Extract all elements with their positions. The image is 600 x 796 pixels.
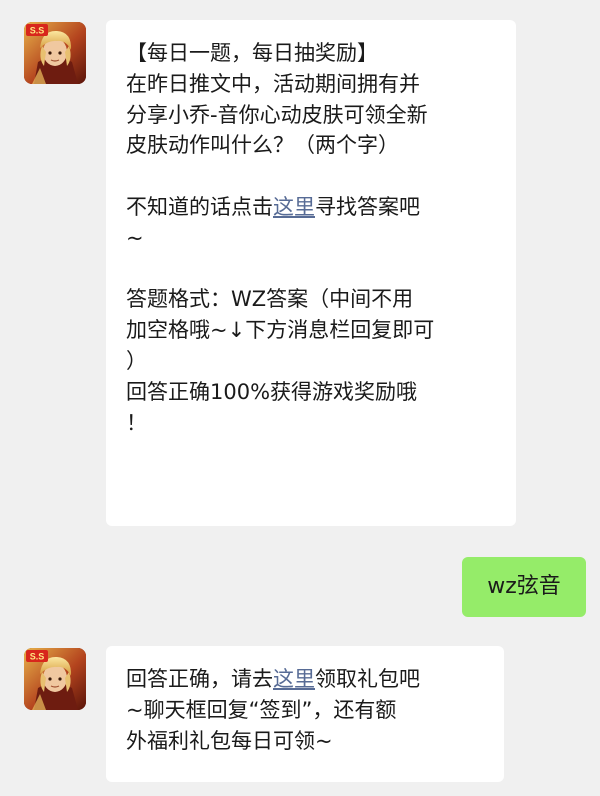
svg-text:S.S: S.S: [30, 26, 45, 36]
message-line: ~: [126, 225, 144, 250]
message-text: 回答正确，请去: [126, 667, 273, 691]
message-line: 分享小乔-音你心动皮肤可领全新: [126, 102, 428, 127]
sender-avatar[interactable]: S.S: [24, 22, 86, 84]
hero-avatar-icon: S.S: [24, 22, 86, 84]
message-bubble-incoming[interactable]: 回答正确，请去这里领取礼包吧 ~聊天框回复“签到”，还有额 外福利礼包每日可领~: [106, 646, 504, 782]
message-line: ）: [126, 348, 147, 373]
message-line: 答题格式：WZ答案（中间不用: [126, 287, 414, 312]
message-bubble-incoming[interactable]: 【每日一题，每日抽奖励】 在昨日推文中，活动期间拥有并 分享小乔-音你心动皮肤可…: [106, 20, 516, 526]
svg-text:S.S: S.S: [30, 652, 45, 662]
answer-hint-link[interactable]: 这里: [273, 195, 315, 219]
message-text: 不知道的话点击: [126, 194, 273, 219]
message-line: 在昨日推文中，活动期间拥有并: [126, 71, 420, 96]
message-text: wz弦音: [487, 574, 561, 599]
message-line: 不知道的话点击这里寻找答案吧: [126, 192, 516, 223]
message-line: 皮肤动作叫什么？（两个字）: [126, 133, 399, 158]
claim-gift-link[interactable]: 这里: [273, 667, 315, 691]
sender-avatar[interactable]: S.S: [24, 648, 86, 710]
message-line: 回答正确100%获得游戏奖励哦: [126, 379, 418, 404]
message-text: 寻找答案吧: [315, 194, 420, 219]
hero-avatar-icon: S.S: [24, 648, 86, 710]
message-line: 回答正确，请去这里领取礼包吧: [126, 664, 504, 695]
message-line: 外福利礼包每日可领~: [126, 728, 333, 753]
message-bubble-outgoing[interactable]: wz弦音: [462, 557, 586, 617]
message-line: 加空格哦~↓下方消息栏回复即可: [126, 318, 435, 343]
message-line: ！: [126, 410, 147, 435]
message-text: 领取礼包吧: [315, 667, 420, 691]
message-line: ~聊天框回复“签到”，还有额: [126, 697, 397, 722]
message-line: 【每日一题，每日抽奖励】: [126, 41, 378, 65]
